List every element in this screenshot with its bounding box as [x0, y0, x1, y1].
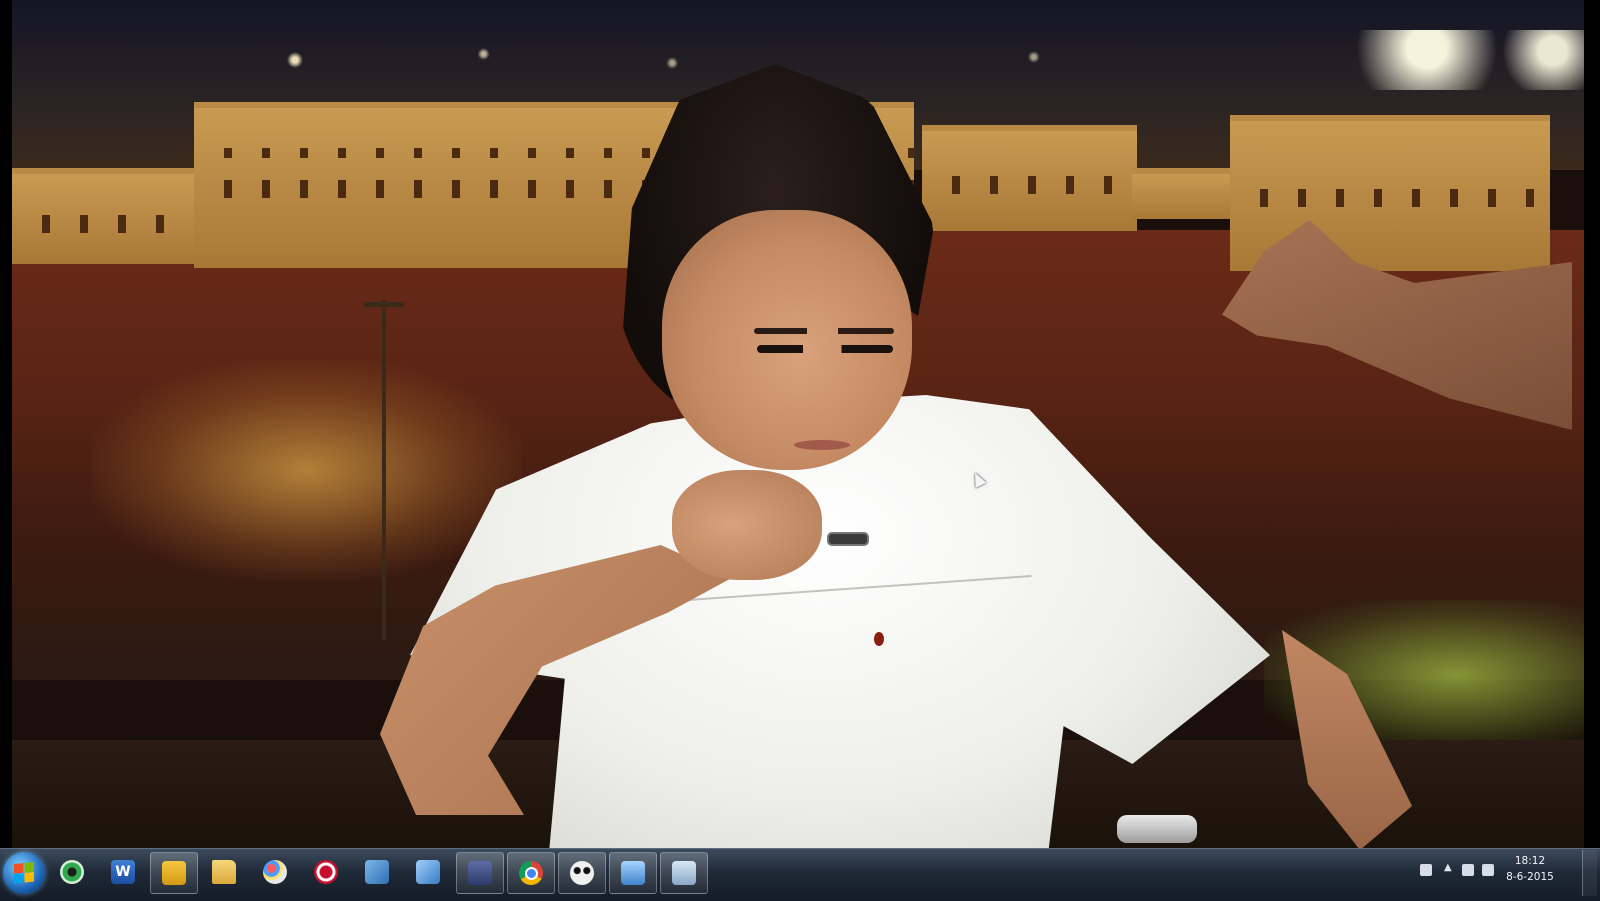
hillside-highlight — [92, 360, 522, 580]
video-frame — [12, 0, 1584, 868]
fortress-wall-right — [922, 125, 1137, 231]
file-explorer-icon — [212, 860, 236, 884]
fortress-wall-gap — [1132, 168, 1232, 219]
show-hidden-icons-icon[interactable]: ▲ — [1444, 862, 1452, 873]
taskbar-item-display[interactable] — [660, 852, 708, 894]
taskbar-item-eye-app[interactable] — [49, 852, 95, 892]
light-pole — [382, 300, 386, 640]
presenter-eyebrows — [754, 328, 894, 334]
chrome-icon — [519, 861, 543, 885]
window-app-icon — [621, 861, 645, 885]
word-icon: W — [111, 860, 135, 884]
outlook-icon — [162, 861, 186, 885]
taskbar-item-window-app[interactable] — [609, 852, 657, 894]
show-desktop-button[interactable] — [1582, 850, 1597, 896]
floppy-save-icon — [468, 861, 492, 885]
taskbar-clock[interactable]: 18:12 8-6-2015 — [1500, 853, 1560, 893]
fortress-wall-left — [12, 168, 202, 264]
remote-desktop-icon — [416, 860, 440, 884]
presenter-eyes — [757, 345, 893, 353]
taskbar-item-remote-desktop[interactable] — [405, 852, 451, 892]
security-tray-icon[interactable] — [1482, 864, 1494, 876]
presenter-hand — [672, 470, 822, 580]
eye-app-icon — [60, 860, 84, 884]
blouse-pin — [874, 632, 884, 646]
taskbar-item-word[interactable]: W — [100, 852, 146, 892]
taskbar-item-ccleaner[interactable] — [303, 852, 349, 892]
display-icon — [672, 861, 696, 885]
taskbar-item-paint[interactable] — [252, 852, 298, 892]
taskbar-item-file-explorer[interactable] — [201, 852, 247, 892]
taskbar-item-outlook[interactable] — [150, 852, 198, 894]
presenter-face — [662, 210, 912, 470]
ccleaner-icon — [314, 860, 338, 884]
clock-time: 18:12 — [1514, 855, 1546, 867]
taskbar-item-save[interactable] — [456, 852, 504, 894]
network-tray-icon[interactable] — [1462, 864, 1474, 876]
taskbar-item-chrome[interactable] — [507, 852, 555, 894]
paint-icon — [263, 860, 287, 884]
network-icon — [365, 860, 389, 884]
taskbar-item-network[interactable] — [354, 852, 400, 892]
keyboard-icon[interactable] — [1420, 864, 1432, 876]
windows-logo-icon — [14, 861, 34, 885]
wristwatch — [1117, 815, 1197, 843]
taskbar-item-panda[interactable] — [558, 852, 606, 894]
lapel-microphone — [827, 532, 869, 546]
light-pole-bar — [364, 302, 404, 307]
clock-date: 8-6-2015 — [1506, 871, 1554, 883]
presenter-lips — [794, 440, 850, 450]
panda-icon — [570, 861, 594, 885]
